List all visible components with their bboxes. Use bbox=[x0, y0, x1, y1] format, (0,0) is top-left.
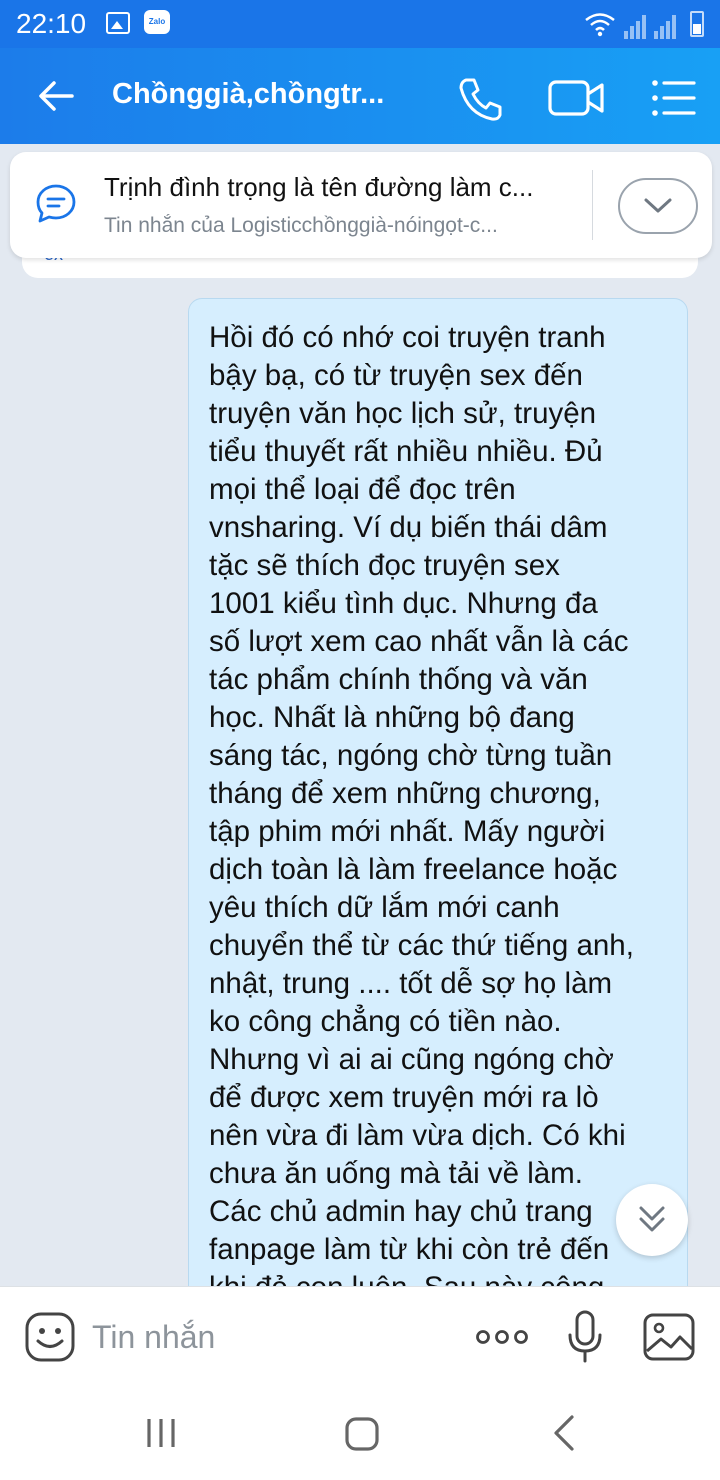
recents-icon[interactable] bbox=[144, 1416, 178, 1450]
video-camera-icon[interactable] bbox=[546, 70, 608, 126]
back-icon[interactable] bbox=[548, 1414, 580, 1452]
status-bar: 22:10 Zalo bbox=[0, 0, 720, 48]
message-input[interactable] bbox=[92, 1315, 392, 1359]
pinned-message-title: Trịnh đình trọng là tên đường làm c... bbox=[104, 172, 534, 202]
pinned-divider bbox=[592, 170, 593, 240]
pinned-message-subtitle: Tin nhắn của Logisticchồnggià-nóingọt-c.… bbox=[104, 214, 498, 237]
chat-header: Chồnggià,chồngtr... bbox=[0, 48, 720, 144]
wifi-icon bbox=[585, 13, 615, 37]
gallery-icon bbox=[106, 12, 130, 34]
message-text: Hồi đó có nhớ coi truyện tranh bậy bạ, c… bbox=[209, 321, 634, 1304]
message-bubble[interactable]: Hồi đó có nhớ coi truyện tranh bậy bạ, c… bbox=[188, 298, 688, 1338]
chat-bubble-icon bbox=[36, 184, 76, 223]
more-dots-icon[interactable] bbox=[474, 1317, 530, 1357]
scroll-to-bottom-button[interactable] bbox=[616, 1184, 688, 1256]
chat-title[interactable]: Chồnggià,chồngtr... bbox=[112, 78, 402, 111]
pinned-message-banner[interactable]: Trịnh đình trọng là tên đường làm c... T… bbox=[10, 152, 712, 258]
emoji-icon[interactable] bbox=[24, 1311, 76, 1363]
image-icon[interactable] bbox=[642, 1311, 696, 1363]
double-chevron-down-icon bbox=[639, 1206, 665, 1232]
zalo-icon: Zalo bbox=[144, 10, 170, 34]
chevron-down-icon bbox=[644, 198, 672, 213]
expand-pinned-button[interactable] bbox=[618, 178, 698, 234]
system-nav-bar bbox=[0, 1386, 720, 1480]
home-icon[interactable] bbox=[344, 1416, 380, 1452]
battery-icon bbox=[690, 11, 704, 37]
microphone-icon[interactable] bbox=[566, 1309, 604, 1365]
status-indicators bbox=[584, 11, 704, 39]
message-composer bbox=[0, 1286, 720, 1386]
back-arrow-icon[interactable] bbox=[28, 68, 84, 124]
status-time: 22:10 bbox=[16, 8, 87, 39]
phone-icon[interactable] bbox=[452, 70, 508, 126]
list-menu-icon[interactable] bbox=[646, 70, 702, 126]
